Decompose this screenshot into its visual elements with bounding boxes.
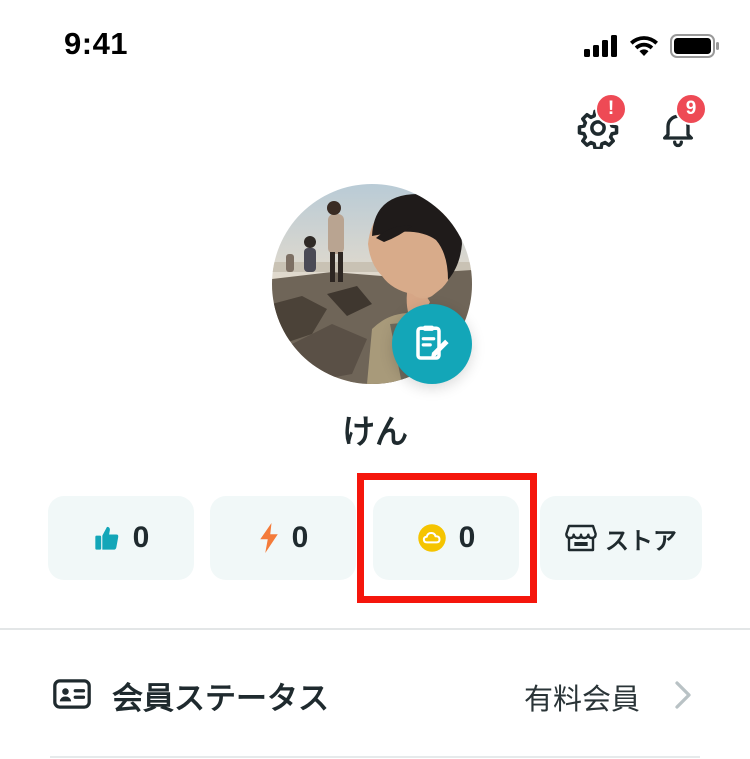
membership-status-label: 会員ステータス: [112, 681, 329, 717]
status-icons: [584, 34, 720, 58]
notifications-count-badge: 9: [675, 93, 707, 125]
edit-profile-button[interactable]: [392, 304, 472, 384]
energy-count: 0: [291, 521, 309, 554]
member-card-icon: [53, 679, 91, 709]
notifications-button[interactable]: 9: [653, 93, 707, 153]
store-icon: [565, 524, 597, 552]
energy-stat-button[interactable]: 0: [210, 496, 356, 580]
edit-profile-icon: [416, 325, 449, 360]
membership-status-value: 有料会員: [523, 682, 640, 716]
likes-stat-button[interactable]: 0: [48, 496, 194, 580]
section-divider: [0, 628, 750, 630]
coins-highlight-box: [357, 473, 537, 603]
profile-screen: 9:41 ! 9 けん 0 0 0 ストア 会員ステータス 有料会員: [0, 0, 750, 759]
username: けん: [342, 412, 408, 451]
store-button[interactable]: ストア: [540, 496, 702, 580]
wifi-icon: [630, 36, 658, 56]
settings-alert-badge: !: [595, 93, 627, 125]
likes-count: 0: [132, 521, 150, 554]
settings-button[interactable]: !: [573, 93, 627, 153]
lightning-icon: [259, 523, 278, 553]
chevron-right-icon: [675, 681, 691, 709]
row-divider: [50, 756, 700, 758]
battery-icon: [670, 34, 719, 58]
status-time: 9:41: [64, 26, 129, 61]
thumbs-up-icon: [94, 526, 118, 550]
cellular-icon: [584, 35, 617, 57]
store-label: ストア: [605, 527, 677, 555]
